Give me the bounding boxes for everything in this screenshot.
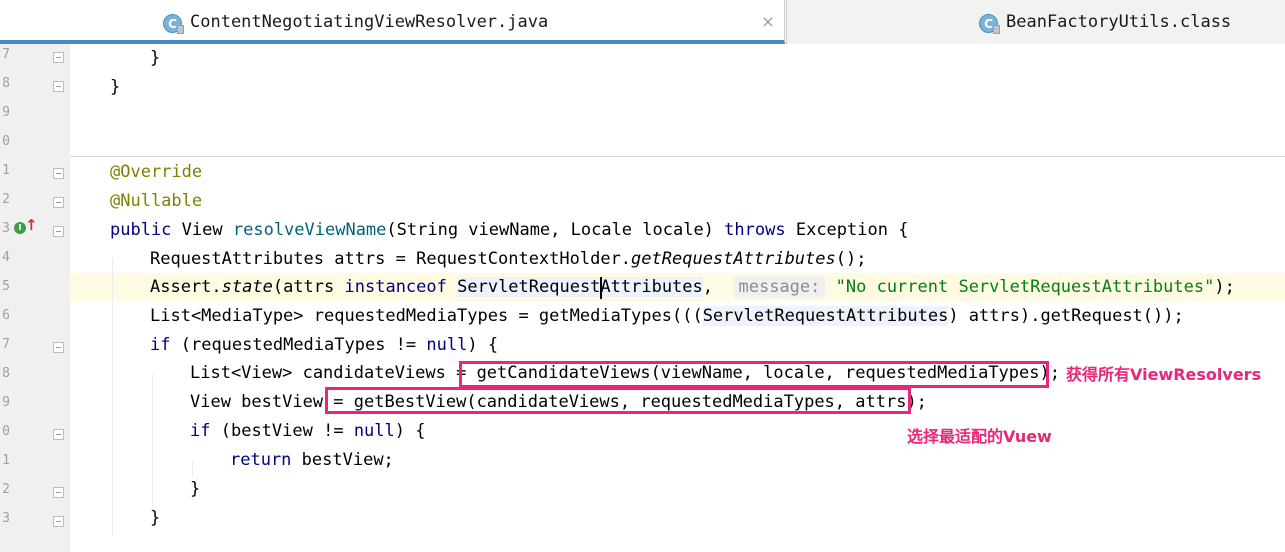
code-line[interactable]: } [190, 475, 200, 504]
line-number: 8 [2, 366, 10, 381]
code-line[interactable]: @Override [110, 158, 202, 187]
code-line[interactable]: List<View> candidateViews = getCandidate… [190, 359, 1060, 388]
fold-marker-icon[interactable] [53, 516, 64, 527]
line-number: 3 [2, 511, 10, 526]
indent-guide [152, 374, 153, 506]
line-number: 1 [2, 453, 10, 468]
annotation-token: @Nullable [110, 191, 203, 211]
annotation-token: @Override [110, 162, 203, 182]
tab-label: ContentNegotiatingViewResolver.java [190, 12, 549, 32]
line-number: 9 [2, 105, 10, 120]
text-caret [600, 277, 602, 299]
fold-marker-icon[interactable] [53, 81, 64, 92]
code-line[interactable]: @Nullable [110, 187, 202, 216]
code-line[interactable]: } [150, 44, 160, 73]
fold-marker-icon[interactable] [53, 52, 64, 63]
class-icon: C [979, 14, 1000, 34]
line-number: 2 [2, 192, 10, 207]
class-icon: C [163, 14, 184, 34]
ide-window: C ContentNegotiatingViewResolver.java × … [0, 0, 1285, 552]
tab-label: BeanFactoryUtils.class [1006, 12, 1232, 32]
editor-tab-bar: C ContentNegotiatingViewResolver.java × … [0, 0, 1285, 44]
line-number: 5 [2, 279, 10, 294]
fold-marker-icon[interactable] [53, 226, 64, 237]
line-number: 2 [2, 482, 10, 497]
code-line[interactable]: } [110, 73, 120, 102]
code-line[interactable]: List<MediaType> requestedMediaTypes = ge… [150, 302, 1184, 331]
close-icon[interactable]: × [759, 13, 777, 31]
annotation-note-best-view: 选择最适配的Vuew [907, 427, 1052, 446]
fold-marker-icon[interactable] [53, 342, 64, 353]
line-number: 9 [2, 395, 10, 410]
code-line[interactable]: if (requestedMediaTypes != null) { [150, 331, 498, 360]
fold-marker-icon[interactable] [53, 487, 64, 498]
code-editor[interactable]: 7 8 9 0 1 2 3 4 5 6 7 8 9 0 1 2 3 I ↑} … [0, 44, 1285, 552]
code-line[interactable]: if (bestView != null) { [190, 417, 425, 446]
method-name: resolveViewName [232, 220, 387, 240]
line-number: 8 [2, 76, 10, 91]
override-arrow-icon[interactable]: ↑ [25, 216, 38, 234]
code-line[interactable]: Assert.state(attrs instanceof ServletReq… [150, 273, 1235, 302]
line-number: 4 [2, 250, 10, 265]
code-line[interactable]: RequestAttributes attrs = RequestContext… [150, 245, 866, 274]
code-line[interactable]: } [150, 504, 160, 533]
tab-bean-factory-utils[interactable]: C BeanFactoryUtils.class [786, 0, 1285, 44]
code-line[interactable]: public View resolveViewName(String viewN… [110, 216, 908, 245]
line-number: 0 [2, 134, 10, 149]
method-separator [70, 156, 1285, 157]
tab-content-negotiating-view-resolver[interactable]: C ContentNegotiatingViewResolver.java × [0, 0, 785, 44]
fold-marker-icon[interactable] [53, 197, 64, 208]
annotation-note-view-resolvers: 获得所有ViewResolvers [1066, 365, 1262, 384]
line-number: 6 [2, 308, 10, 323]
editor-gutter[interactable]: 7 8 9 0 1 2 3 4 5 6 7 8 9 0 1 2 3 I ↑ [0, 44, 70, 552]
code-line[interactable]: View bestView = getBestView(candidateVie… [190, 388, 927, 417]
parameter-hint: message: [733, 276, 826, 298]
indent-guide [112, 258, 113, 536]
fold-marker-icon[interactable] [53, 429, 64, 440]
line-number: 7 [2, 47, 10, 62]
line-number: 3 [2, 221, 10, 236]
line-number: 0 [2, 424, 10, 439]
code-line[interactable]: return bestView; [230, 446, 394, 475]
fold-marker-icon[interactable] [53, 168, 64, 179]
line-number: 1 [2, 163, 10, 178]
line-number: 7 [2, 337, 10, 352]
